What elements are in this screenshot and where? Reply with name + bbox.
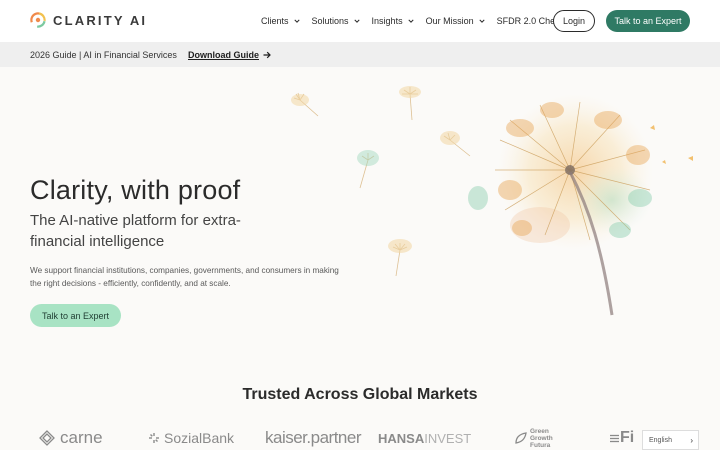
hansainvest-bold-text: HANSA (378, 430, 425, 446)
hero-talk-to-expert-button[interactable]: Talk to an Expert (30, 304, 121, 327)
download-guide-link[interactable]: Download Guide (188, 50, 271, 60)
green-growth-mark-icon (515, 432, 527, 444)
hansainvest-light-text: INVEST (424, 430, 472, 446)
chevron-down-icon (353, 19, 360, 23)
nav-label: Our Mission (425, 16, 474, 26)
language-selector[interactable]: English › (642, 430, 699, 450)
page: CLARITY AI Clients Solutions Insights Ou… (0, 0, 720, 450)
client-logos: carne SozialBank kaiser.partner HANSA IN… (0, 424, 720, 450)
nav-label: Insights (371, 16, 403, 26)
talk-to-expert-button[interactable]: Talk to an Expert (606, 10, 690, 32)
fi-partial-logo: Fi (610, 424, 634, 450)
nav-item-insights[interactable]: Insights (372, 16, 414, 26)
nav-label: Solutions (311, 16, 349, 26)
kaiser-partner-logo-text: kaiser.partner (265, 428, 362, 447)
carne-logo: carne (38, 424, 103, 450)
clarity-logo-icon (30, 12, 46, 28)
hero-subtitle: The AI-native platform for extra-financi… (30, 212, 241, 250)
chevron-down-icon (478, 19, 485, 23)
nav-item-clients[interactable]: Clients (261, 16, 300, 26)
sozialbank-logo: SozialBank (148, 424, 234, 450)
green-growth-futura-logo: Green Growth Futura (514, 424, 560, 450)
site-header: CLARITY AI Clients Solutions Insights Ou… (0, 0, 720, 42)
announcement-bar: 2026 Guide | AI in Financial Services Do… (0, 42, 720, 67)
hansainvest-logo: HANSA INVEST (378, 424, 471, 450)
sozialbank-logo-text: SozialBank (164, 430, 235, 446)
kaiser-partner-logo: kaiser.partner (265, 424, 362, 450)
fi-lines-icon (610, 434, 619, 442)
login-button[interactable]: Login (553, 10, 595, 32)
nav-item-our-mission[interactable]: Our Mission (426, 16, 485, 26)
chevron-down-icon (407, 19, 414, 23)
nav-label: Clients (261, 16, 289, 26)
download-guide-label: Download Guide (188, 49, 259, 60)
clarity-logo[interactable]: CLARITY AI (30, 12, 147, 28)
arrow-right-icon (263, 51, 271, 58)
language-label: English (649, 436, 672, 444)
nav-item-solutions[interactable]: Solutions (312, 16, 360, 26)
chevron-right-icon: › (690, 436, 693, 445)
trusted-title: Trusted Across Global Markets (242, 386, 478, 403)
chevron-down-icon (293, 19, 300, 23)
announcement-text: 2026 Guide | AI in Financial Services (30, 49, 177, 60)
fi-logo-text: Fi (620, 429, 635, 446)
main-nav: Clients Solutions Insights Our Mission S… (261, 0, 576, 42)
green-growth-logo-text: Green Growth Futura (530, 427, 553, 449)
hero-title: Clarity, with proof (30, 175, 241, 205)
carne-logo-text: carne (60, 428, 103, 447)
brand-name: CLARITY AI (53, 12, 148, 28)
carne-mark-icon (39, 430, 55, 446)
sozialbank-mark-icon (149, 433, 159, 443)
dandelion-illustration (291, 86, 693, 316)
